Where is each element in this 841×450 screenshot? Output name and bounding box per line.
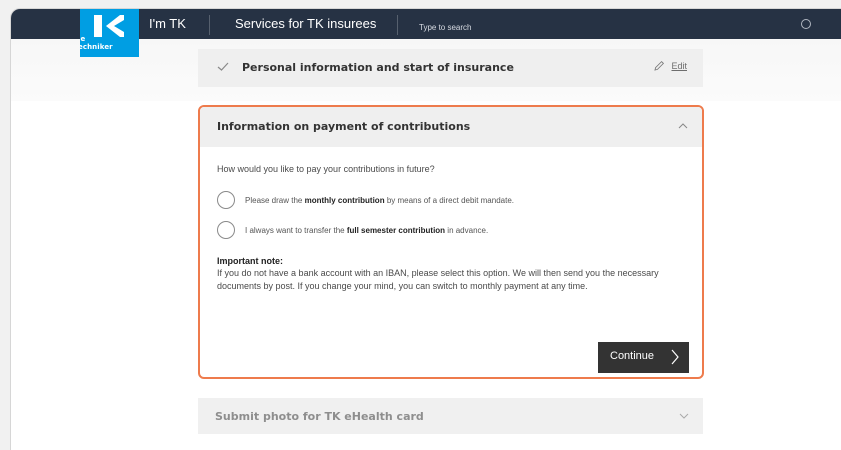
- continue-button[interactable]: Continue: [598, 342, 689, 373]
- nav-divider: [397, 15, 398, 35]
- logo-wordmark: ie echniker: [80, 35, 113, 51]
- nav-divider: [209, 15, 210, 35]
- continue-label: Continue: [610, 350, 655, 362]
- important-note-body: If you do not have a bank account with a…: [217, 268, 659, 291]
- nav-link-im-tk[interactable]: I'm TK: [149, 9, 186, 39]
- search-input[interactable]: [419, 18, 811, 37]
- step-title: Information on payment of contributions: [217, 120, 471, 133]
- step-submit-photo[interactable]: Submit photo for TK eHealth card: [198, 398, 703, 434]
- option-monthly-contribution[interactable]: Please draw the monthly contribution by …: [217, 191, 514, 209]
- option-full-semester[interactable]: I always want to transfer the full semes…: [217, 221, 488, 239]
- step-payment-of-contributions: Information on payment of contributions …: [198, 105, 704, 379]
- option-label: Please draw the monthly contribution by …: [245, 195, 514, 205]
- nav-link-services[interactable]: Services for TK insurees: [235, 9, 376, 39]
- payment-section-header[interactable]: Information on payment of contributions: [200, 107, 702, 147]
- pencil-icon: [654, 60, 665, 71]
- tk-logo[interactable]: ie echniker: [80, 9, 139, 57]
- step-personal-information: Personal information and start of insura…: [198, 49, 703, 87]
- step-title: Personal information and start of insura…: [242, 61, 514, 74]
- chevron-down-icon[interactable]: [679, 413, 689, 420]
- edit-label[interactable]: Edit: [671, 61, 687, 71]
- payment-question: How would you like to pay your contribut…: [217, 164, 435, 174]
- option-label: I always want to transfer the full semes…: [245, 225, 489, 235]
- search-box[interactable]: [419, 15, 811, 37]
- search-icon[interactable]: [801, 19, 811, 29]
- radio-semester[interactable]: [217, 221, 235, 239]
- step-title: Submit photo for TK eHealth card: [215, 410, 424, 423]
- checkmark-icon: [217, 62, 229, 71]
- chevron-right-icon: [671, 349, 679, 365]
- important-note-title: Important note:: [217, 256, 283, 266]
- browser-viewport: I'm TK Services for TK insurees ie echni…: [10, 8, 841, 450]
- edit-button[interactable]: Edit: [653, 60, 687, 72]
- radio-monthly[interactable]: [217, 191, 235, 209]
- chevron-up-icon[interactable]: [678, 122, 688, 129]
